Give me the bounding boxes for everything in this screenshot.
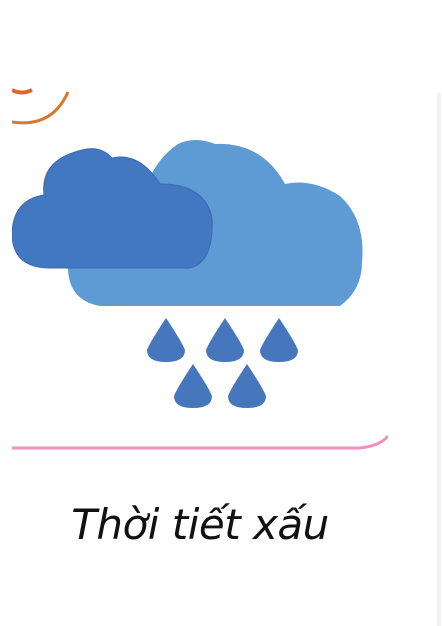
cloud-rain-icon — [12, 88, 388, 450]
card-border — [12, 435, 388, 450]
sun-top-icon — [12, 88, 33, 95]
sun-arc-icon — [12, 91, 70, 125]
rain-drops-icon — [147, 318, 298, 408]
weather-card[interactable] — [0, 0, 442, 470]
card-label: Thời tiết xấu — [71, 500, 329, 549]
